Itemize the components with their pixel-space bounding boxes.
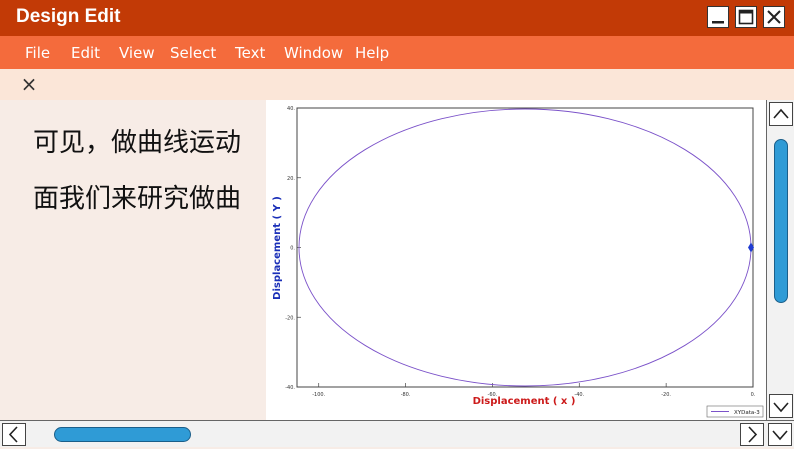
vertical-scroll-thumb[interactable] (774, 139, 788, 303)
y-tick-label: 40. (287, 106, 295, 112)
chevron-up-icon (773, 108, 789, 119)
minimize-icon (712, 21, 724, 24)
x-tick-label: 0. (751, 392, 756, 398)
x-tick-label: -100. (312, 392, 325, 398)
chevron-down-icon (773, 402, 789, 413)
menu-view[interactable]: View (119, 44, 155, 62)
scroll-left-button[interactable] (2, 423, 26, 446)
chevron-down-icon (772, 430, 788, 441)
menu-file[interactable]: File (25, 44, 50, 62)
maximize-icon (738, 9, 754, 25)
document-area: 可见，做曲线运动 面我们来研究做曲 -100. -80. -60. -40. -20. 0… (0, 100, 766, 420)
vertical-scrollbar[interactable] (766, 100, 794, 420)
toolbar (0, 69, 794, 101)
minimize-button[interactable] (707, 6, 729, 28)
window-title: Design Edit (16, 6, 121, 27)
chevron-right-icon (748, 426, 758, 443)
close-tab-icon[interactable]: × (19, 73, 39, 95)
y-tick-label: -20. (285, 315, 295, 321)
scroll-down-corner-button[interactable] (768, 423, 792, 446)
close-button[interactable] (763, 6, 785, 28)
menu-edit[interactable]: Edit (71, 44, 100, 62)
document-line-1: 可见，做曲线运动 (33, 128, 242, 158)
document-line-2: 面我们来研究做曲 (33, 184, 242, 214)
legend-label: XYData-3 (734, 410, 760, 416)
menu-window[interactable]: Window (284, 44, 343, 62)
y-tick-label: 20. (287, 176, 295, 182)
y-axis-label: Displacement ( Y ) (272, 196, 283, 300)
menu-bar: File Edit View Select Text Window Help (0, 36, 794, 69)
plot-image: -100. -80. -60. -40. -20. 0. -40. -20. 0. 20. 40. … (266, 100, 766, 420)
scroll-up-button[interactable] (769, 102, 793, 126)
menu-select[interactable]: Select (170, 44, 216, 62)
menu-text[interactable]: Text (235, 44, 265, 62)
menu-help[interactable]: Help (355, 44, 389, 62)
scroll-right-button[interactable] (740, 423, 764, 446)
y-tick-label: -40. (285, 385, 295, 391)
maximize-button[interactable] (735, 6, 757, 28)
scroll-down-button[interactable] (769, 394, 793, 418)
legend: XYData-3 (706, 405, 764, 418)
x-tick-label: -40. (574, 392, 584, 398)
horizontal-scroll-thumb[interactable] (54, 427, 191, 442)
title-bar: Design Edit (0, 0, 794, 36)
x-tick-label: -80. (401, 392, 411, 398)
x-tick-label: -20. (661, 392, 671, 398)
close-icon (767, 10, 781, 24)
x-axis-label: Displacement ( x ) (473, 396, 576, 407)
chevron-left-icon (8, 426, 18, 443)
displacement-chart: -100. -80. -60. -40. -20. 0.-40.-20.0.20.40. … (272, 106, 764, 418)
y-tick-label: 0. (290, 246, 295, 252)
horizontal-scrollbar[interactable] (0, 420, 794, 447)
